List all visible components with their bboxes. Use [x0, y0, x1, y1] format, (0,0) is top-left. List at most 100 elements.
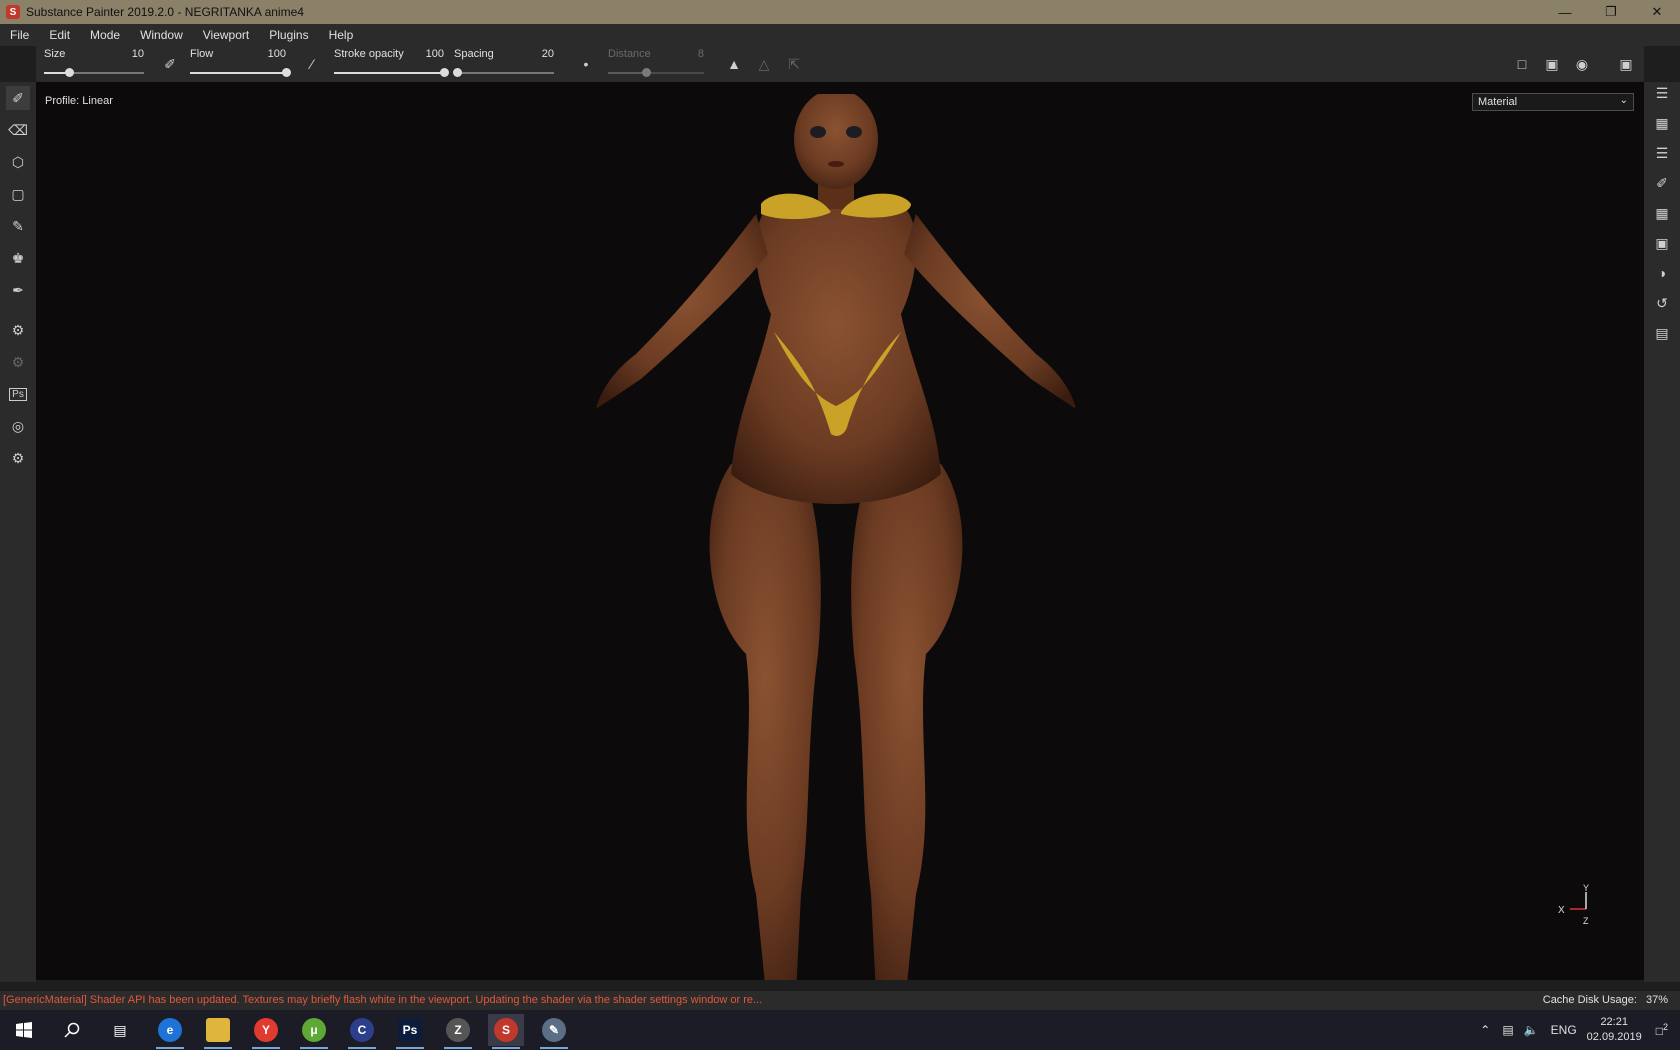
projection-icon[interactable]: ⬡ — [6, 150, 30, 174]
substance-painter-icon: S — [494, 1018, 518, 1042]
cache-label: Cache Disk Usage: — [1542, 994, 1637, 1006]
taskbar-app-cinema4d[interactable]: C — [344, 1014, 380, 1049]
stroke-opacity-value: 100 — [425, 48, 444, 60]
clock[interactable]: 22:21 02.09.2019 — [1587, 1015, 1642, 1045]
chevron-up-icon[interactable]: ⌃ — [1480, 1023, 1490, 1037]
spacing-slider[interactable] — [453, 68, 554, 77]
taskbar-app-utorrent[interactable]: μ — [296, 1014, 332, 1049]
menu-viewport[interactable]: Viewport — [193, 24, 259, 46]
camera-icon[interactable]: ◉ — [1572, 54, 1592, 74]
taskbar-app-paint-app[interactable]: ✎ — [536, 1014, 572, 1049]
search-icon — [64, 1022, 80, 1038]
bake-icon[interactable]: ⚙ — [6, 318, 30, 342]
symmetry-icon[interactable]: ▲ — [724, 54, 744, 74]
3d-view-icon[interactable]: ▣ — [1542, 54, 1562, 74]
notifications-count: 2 — [1662, 1022, 1668, 1032]
clone-stamp-icon[interactable]: ♚ — [6, 246, 30, 270]
flow-slider-fill — [190, 72, 286, 74]
size-slider-handle[interactable] — [65, 68, 74, 77]
taskbar-app-zbrush[interactable]: Z — [440, 1014, 476, 1049]
window-controls: — ❐ ✕ — [1542, 0, 1680, 24]
distance-slider[interactable] — [608, 68, 704, 77]
transform-icon[interactable]: ⇱ — [784, 54, 804, 74]
yandex-browser-icon: Y — [254, 1018, 278, 1042]
taskbar-app-substance-painter[interactable]: S — [488, 1014, 524, 1049]
spacing-label: Spacing — [454, 48, 494, 60]
right-arm — [904, 214, 1076, 409]
edge-icon: e — [158, 1018, 182, 1042]
network-icon[interactable]: ▤ — [1502, 1023, 1513, 1037]
taskbar-app-file-explorer[interactable] — [200, 1014, 236, 1049]
task-view-button[interactable]: ▤ — [102, 1014, 138, 1046]
right-dock-panel: ☰ ▦ ☰ ✐ ▦ ▣ ◑ ↺ ▤ — [1644, 82, 1680, 982]
taskbar-app-edge[interactable]: e — [152, 1014, 188, 1049]
menu-window[interactable]: Window — [130, 24, 193, 46]
clock-time: 22:21 — [1600, 1016, 1628, 1028]
start-button[interactable] — [6, 1014, 42, 1046]
stroke-opacity-control: Stroke opacity 100 — [334, 46, 449, 82]
log-icon[interactable]: ▤ — [1651, 322, 1673, 344]
stroke-opacity-slider[interactable] — [334, 68, 449, 77]
bake-disabled-icon[interactable]: ⚙ — [6, 350, 30, 374]
volume-icon[interactable]: 🔈 — [1524, 1023, 1539, 1037]
color-picker-icon[interactable]: ✒ — [6, 278, 30, 302]
2d-view-icon[interactable]: □ — [1512, 54, 1532, 74]
menu-bar: File Edit Mode Window Viewport Plugins H… — [0, 24, 1680, 46]
tool-options-bar: Size 10 ✐ Flow 100 ∕ Stroke opacity 100 … — [36, 46, 1644, 83]
close-button[interactable]: ✕ — [1634, 0, 1680, 24]
distance-value: 8 — [697, 48, 704, 60]
photoshop-export-icon[interactable]: Ps — [6, 382, 30, 406]
notifications-icon[interactable]: □2 — [1656, 1022, 1668, 1038]
smudge-icon[interactable]: ✎ — [6, 214, 30, 238]
eraser-icon[interactable]: ⌫ — [6, 118, 30, 142]
right-leg — [851, 464, 963, 980]
right-eye — [846, 126, 862, 138]
brush-alignment-icon[interactable]: ✐ — [160, 54, 180, 74]
left-arm — [596, 214, 768, 409]
polygon-fill-icon[interactable]: ▢ — [6, 182, 30, 206]
utorrent-icon: μ — [302, 1018, 326, 1042]
viewport-mode-select[interactable]: Material ⌄ — [1472, 93, 1634, 111]
properties-icon[interactable]: ✐ — [1651, 172, 1673, 194]
spacing-slider-handle[interactable] — [453, 68, 462, 77]
iray-render-icon[interactable]: ◎ — [6, 414, 30, 438]
texture-set-list-icon[interactable]: ☰ — [1651, 82, 1673, 104]
stroke-opacity-label: Stroke opacity — [334, 48, 404, 60]
lazy-mouse-toggle-icon[interactable]: • — [576, 54, 596, 74]
search-button[interactable] — [54, 1014, 90, 1046]
shader-settings-icon[interactable]: ◑ — [1651, 262, 1673, 284]
axis-x-label: X — [1558, 905, 1565, 916]
flow-control: Flow 100 — [190, 46, 291, 82]
taskbar-app-yandex-browser[interactable]: Y — [248, 1014, 284, 1049]
screenshot-icon[interactable]: ▣ — [1616, 54, 1636, 74]
menu-help[interactable]: Help — [319, 24, 364, 46]
restore-button[interactable]: ❐ — [1588, 0, 1634, 24]
3d-viewport[interactable]: Profile: Linear Material ⌄ X Y Z — [36, 82, 1644, 980]
texture-set-settings-icon[interactable]: ▦ — [1651, 112, 1673, 134]
language-indicator[interactable]: ENG — [1551, 1023, 1577, 1037]
status-bar: [GenericMaterial] Shader API has been up… — [0, 990, 1680, 1011]
history-icon[interactable]: ↺ — [1651, 292, 1673, 314]
flow-slider[interactable] — [190, 68, 291, 77]
symmetry-settings-icon[interactable]: △ — [754, 54, 774, 74]
log-message[interactable]: [GenericMaterial] Shader API has been up… — [3, 994, 762, 1006]
minimize-button[interactable]: — — [1542, 0, 1588, 24]
flow-slider-handle[interactable] — [282, 68, 291, 77]
menu-plugins[interactable]: Plugins — [259, 24, 318, 46]
paint-brush-icon[interactable]: ✐ — [6, 86, 30, 110]
menu-edit[interactable]: Edit — [39, 24, 80, 46]
menu-mode[interactable]: Mode — [80, 24, 130, 46]
left-leg — [709, 464, 821, 980]
shelf-icon[interactable]: ▦ — [1651, 202, 1673, 224]
size-slider[interactable] — [44, 68, 144, 77]
layers-icon[interactable]: ☰ — [1651, 142, 1673, 164]
stroke-opacity-slider-handle[interactable] — [440, 68, 449, 77]
lazy-mouse-icon[interactable]: ∕ — [302, 54, 322, 74]
plugin-icon[interactable]: ⚙ — [6, 446, 30, 470]
taskbar-app-photoshop[interactable]: Ps — [392, 1014, 428, 1049]
display-settings-icon[interactable]: ▣ — [1651, 232, 1673, 254]
spacing-value: 20 — [541, 48, 554, 60]
chevron-down-icon: ⌄ — [1619, 95, 1628, 106]
menu-file[interactable]: File — [0, 24, 39, 46]
distance-slider-handle[interactable] — [642, 68, 652, 77]
